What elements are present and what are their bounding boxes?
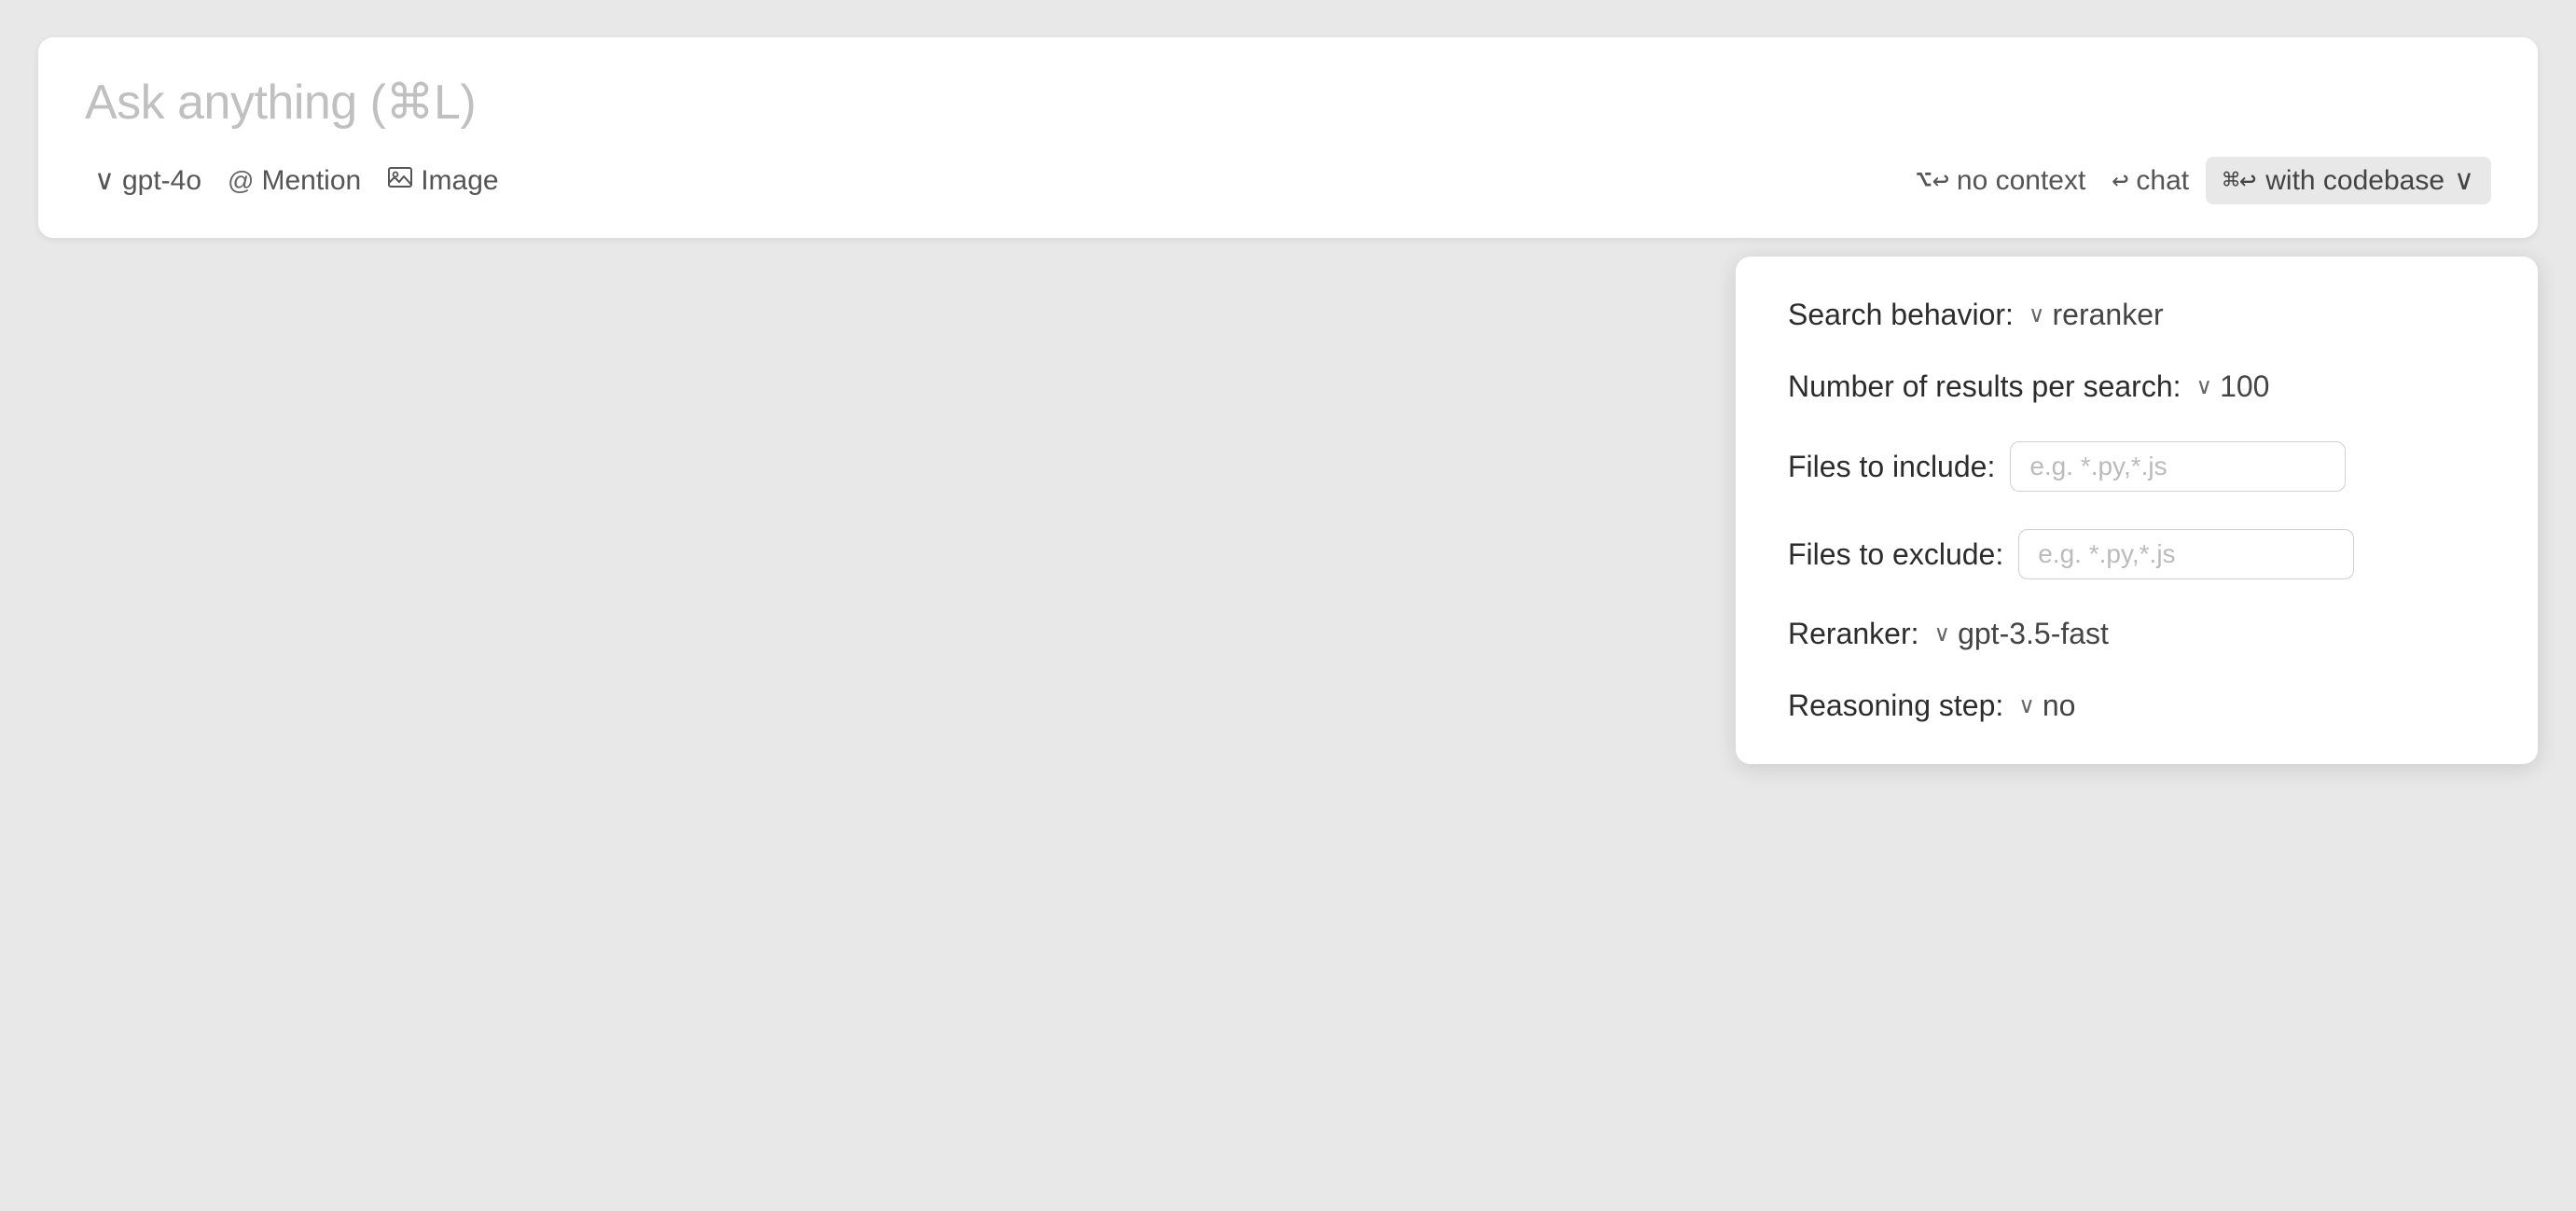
files-exclude-input[interactable] — [2018, 529, 2354, 579]
results-value: 100 — [2220, 369, 2269, 404]
codebase-shortcut: ⌘↩ — [2223, 164, 2256, 197]
reranker-label: Reranker: — [1788, 617, 1919, 651]
reranker-selector[interactable]: ∨ gpt-3.5-fast — [1934, 617, 2109, 651]
image-label: Image — [421, 165, 498, 197]
codebase-label: with codebase — [2265, 165, 2444, 197]
model-chevron-icon: ∨ — [94, 164, 115, 197]
files-include-input[interactable] — [2010, 441, 2346, 492]
image-button[interactable]: Image — [378, 159, 507, 202]
mention-icon: @ — [228, 166, 254, 196]
reranker-row: Reranker: ∨ gpt-3.5-fast — [1788, 617, 2486, 651]
results-label: Number of results per search: — [1788, 369, 2181, 404]
search-behavior-chevron-icon: ∨ — [2029, 301, 2045, 328]
reasoning-step-row: Reasoning step: ∨ no — [1788, 689, 2486, 723]
no-context-button[interactable]: ⌥↩ no context — [1906, 159, 2096, 202]
codebase-button[interactable]: ⌘↩ with codebase ∨ — [2206, 157, 2491, 204]
model-selector[interactable]: ∨ gpt-4o — [85, 159, 211, 202]
codebase-settings-dropdown: Search behavior: ∨ reranker Number of re… — [1736, 257, 2538, 764]
chat-label: chat — [2136, 165, 2189, 197]
results-selector[interactable]: ∨ 100 — [2196, 369, 2270, 404]
reranker-value: gpt-3.5-fast — [1958, 617, 2109, 651]
reasoning-chevron-icon: ∨ — [2018, 692, 2035, 719]
reasoning-label: Reasoning step: — [1788, 689, 2003, 723]
results-per-search-row: Number of results per search: ∨ 100 — [1788, 369, 2486, 404]
no-context-label: no context — [1957, 165, 2085, 197]
image-icon — [387, 164, 413, 197]
reasoning-selector[interactable]: ∨ no — [2018, 689, 2075, 723]
chat-input-placeholder[interactable]: Ask anything (⌘L) — [85, 75, 2491, 131]
files-include-row: Files to include: — [1788, 441, 2486, 492]
search-behavior-value: reranker — [2053, 298, 2164, 332]
chat-input-card: Ask anything (⌘L) ∨ gpt-4o @ Mention — [38, 37, 2538, 238]
mention-label: Mention — [261, 165, 361, 197]
no-context-shortcut: ⌥↩ — [1916, 164, 1949, 197]
codebase-chevron-icon: ∨ — [2454, 164, 2474, 197]
search-behavior-selector[interactable]: ∨ reranker — [2029, 298, 2164, 332]
results-chevron-icon: ∨ — [2196, 373, 2213, 400]
reasoning-value: no — [2043, 689, 2076, 723]
files-exclude-label: Files to exclude: — [1788, 537, 2003, 572]
reranker-chevron-icon: ∨ — [1934, 620, 1951, 647]
main-container: Ask anything (⌘L) ∨ gpt-4o @ Mention — [38, 37, 2538, 247]
chat-shortcut: ↩ — [2112, 164, 2128, 197]
files-exclude-row: Files to exclude: — [1788, 529, 2486, 579]
chat-button[interactable]: ↩ chat — [2102, 159, 2198, 202]
search-behavior-label: Search behavior: — [1788, 298, 2014, 332]
mention-button[interactable]: @ Mention — [218, 160, 370, 202]
model-label: gpt-4o — [122, 165, 201, 197]
search-behavior-row: Search behavior: ∨ reranker — [1788, 298, 2486, 332]
toolbar: ∨ gpt-4o @ Mention Image — [85, 157, 2491, 204]
files-include-label: Files to include: — [1788, 450, 1995, 484]
